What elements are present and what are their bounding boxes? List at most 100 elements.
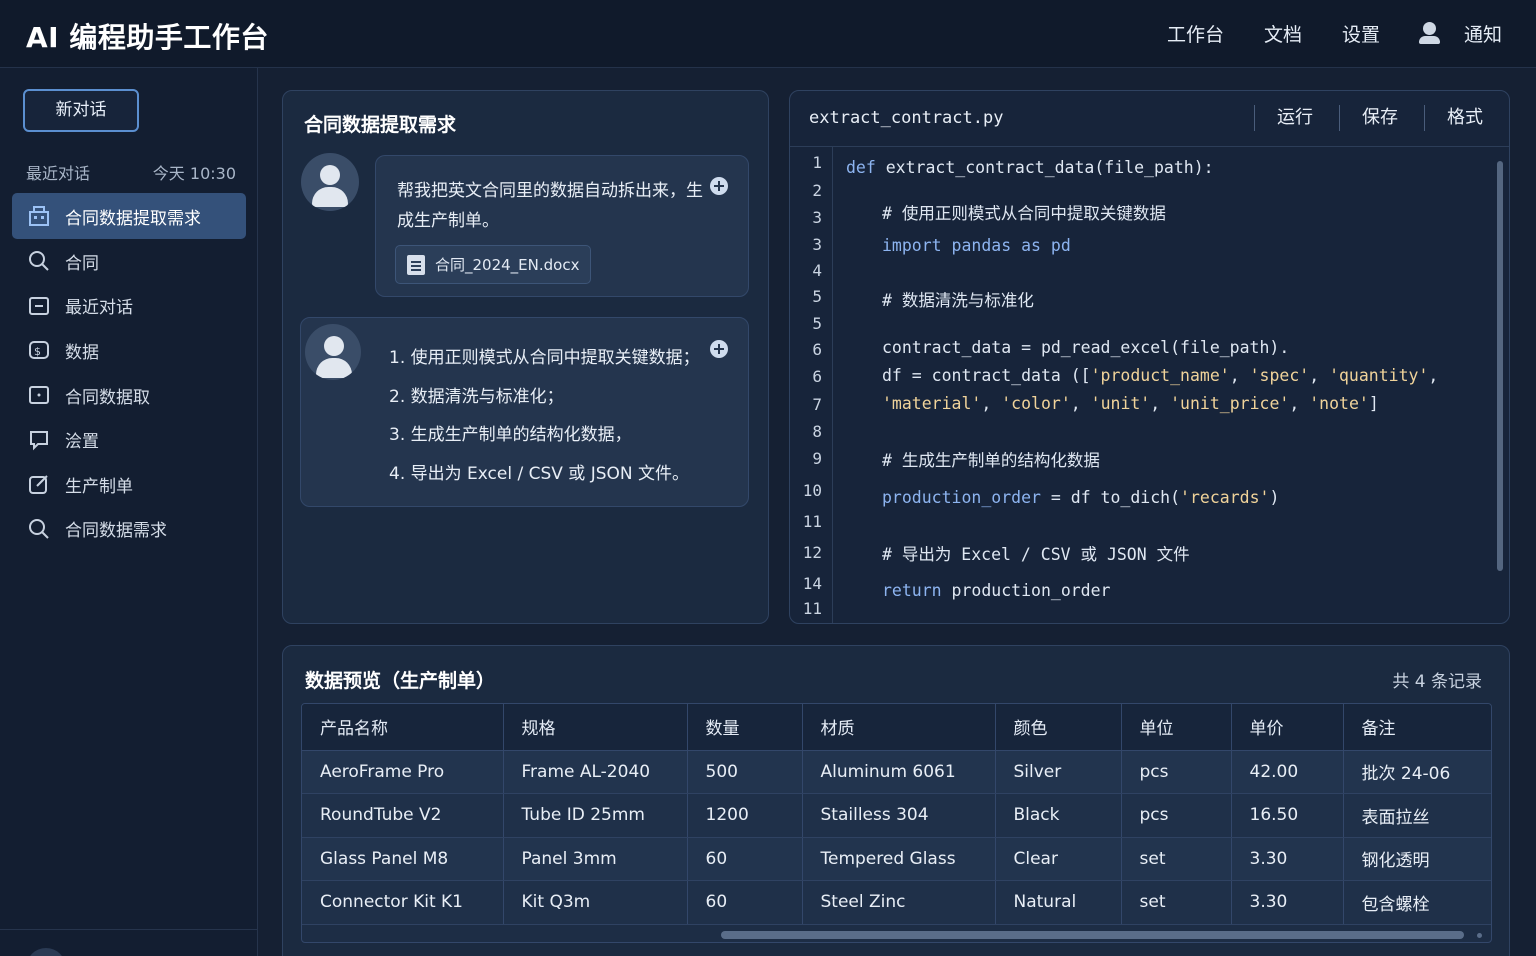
sidebar-item-contract-needs[interactable]: 合同数据需求 xyxy=(12,507,246,552)
plus-icon[interactable] xyxy=(710,340,728,358)
user-icon[interactable] xyxy=(1418,21,1440,46)
run-button[interactable]: 运行 xyxy=(1254,105,1339,131)
line-number: 6 xyxy=(812,367,822,386)
line-number: 1 xyxy=(812,153,822,172)
code-line[interactable]: # 导出为 Excel / CSV 或 JSON 文件 xyxy=(882,541,1190,565)
scrollbar-end-dot xyxy=(1477,933,1482,938)
table-row[interactable]: Glass Panel M8 Panel 3mm 60 Tempered Gla… xyxy=(302,837,1491,881)
step-item: 1. 使用正则模式从合同中提取关键数据； xyxy=(389,348,700,368)
line-number: 2 xyxy=(812,181,822,200)
column-header[interactable]: 规格 xyxy=(503,704,688,751)
assistant-steps: 1. 使用正则模式从合同中提取关键数据； 2. 数据清洗与标准化； 3. 生成生… xyxy=(389,339,700,494)
building-icon xyxy=(28,205,50,227)
editor-filename[interactable]: extract_contract.py xyxy=(809,108,1003,128)
sidebar: 新对话 最近对话 今天 10:30 合同数据提取需求 合同 最近对话 $ 数据 … xyxy=(0,68,258,956)
table-cell: Clear xyxy=(995,837,1122,881)
nav-settings[interactable]: 设置 xyxy=(1342,20,1380,47)
sidebar-item-production[interactable]: 生产制单 xyxy=(12,462,246,507)
code-line[interactable]: # 生成生产制单的结构化数据 xyxy=(882,447,1100,471)
code-line[interactable]: def extract_contract_data(file_path): xyxy=(846,158,1214,177)
table-title: 数据预览（生产制单） xyxy=(305,670,496,692)
column-header[interactable]: 材质 xyxy=(802,704,996,751)
square-dot-icon xyxy=(28,384,50,406)
sidebar-item-contract-extraction[interactable]: 合同数据提取需求 xyxy=(12,193,246,239)
table-cell: Aluminum 6061 xyxy=(802,750,996,794)
table-cell: 3.30 xyxy=(1231,837,1344,881)
table-cell: Glass Panel M8 xyxy=(302,837,504,881)
table-row[interactable]: AeroFrame Pro Frame AL-2040 500 Aluminum… xyxy=(302,750,1491,794)
table-cell: 批次 24-06 xyxy=(1343,750,1491,794)
line-number: 9 xyxy=(812,449,822,468)
top-bar: AI 编程助手工作台 工作台 文档 设置 通知 xyxy=(0,0,1536,68)
recent-header: 最近对话 今天 10:30 xyxy=(26,160,236,184)
attachment-chip[interactable]: 合同_2024_EN.docx xyxy=(395,245,592,284)
table-cell: Steel Zinc xyxy=(802,880,996,925)
user-avatar xyxy=(301,153,359,211)
search-icon xyxy=(28,250,50,272)
table-cell: RoundTube V2 xyxy=(302,793,504,838)
avatar[interactable] xyxy=(26,948,66,956)
table-row[interactable]: Connector Kit K1 Kit Q3m 60 Steel Zinc N… xyxy=(302,880,1491,925)
table-cell: 表面拉丝 xyxy=(1343,793,1491,838)
code-line[interactable]: # 使用正则模式从合同中提取关键数据 xyxy=(882,200,1166,224)
code-line[interactable]: df = contract_data (['product_name', 'sp… xyxy=(882,366,1438,385)
nav-workbench[interactable]: 工作台 xyxy=(1167,20,1224,47)
top-nav: 工作台 文档 设置 通知 xyxy=(1127,20,1502,47)
table-cell: 60 xyxy=(687,837,803,881)
document-icon xyxy=(407,254,425,275)
column-header[interactable]: 颜色 xyxy=(995,704,1122,751)
code-line[interactable]: contract_data = pd_read_excel(file_path)… xyxy=(882,338,1289,357)
editor-actions: 运行 保存 格式 xyxy=(1254,105,1509,131)
column-header[interactable]: 数量 xyxy=(687,704,803,751)
format-button[interactable]: 格式 xyxy=(1424,105,1509,131)
chat-title: 合同数据提取需求 xyxy=(304,114,457,136)
code-line[interactable]: return production_order xyxy=(882,581,1111,600)
record-count: 共 4 条记录 xyxy=(1392,672,1482,692)
column-header[interactable]: 单价 xyxy=(1231,704,1344,751)
sidebar-item-contract-fetch[interactable]: 合同数据取 xyxy=(12,373,246,418)
new-chat-button[interactable]: 新对话 xyxy=(23,89,139,132)
table-cell: set xyxy=(1121,880,1232,925)
recent-time: 今天 10:30 xyxy=(152,164,236,183)
line-number: 11 xyxy=(802,599,822,618)
search-icon xyxy=(28,518,50,540)
sidebar-item-label: 合同数据需求 xyxy=(65,521,167,542)
table-cell: AeroFrame Pro xyxy=(302,750,504,794)
column-header[interactable]: 产品名称 xyxy=(302,704,504,751)
code-line[interactable]: import pandas as pd xyxy=(882,236,1071,255)
sidebar-item-data[interactable]: $ 数据 xyxy=(12,328,246,373)
line-number: 5 xyxy=(812,287,822,306)
code-line[interactable]: # 数据清洗与标准化 xyxy=(882,287,1034,311)
sidebar-item-contract[interactable]: 合同 xyxy=(12,239,246,284)
minus-square-icon xyxy=(28,295,50,317)
table-cell: Silver xyxy=(995,750,1122,794)
table-scrollbar[interactable] xyxy=(721,931,1464,939)
column-header[interactable]: 单位 xyxy=(1121,704,1232,751)
column-header[interactable]: 备注 xyxy=(1343,704,1491,751)
editor-scrollbar[interactable] xyxy=(1497,161,1503,571)
sidebar-divider xyxy=(0,929,258,930)
sidebar-item-label: 生产制单 xyxy=(65,476,133,497)
nav-docs[interactable]: 文档 xyxy=(1264,20,1302,47)
table-row[interactable]: RoundTube V2 Tube ID 25mm 1200 Stailless… xyxy=(302,793,1491,838)
step-item: 4. 导出为 Excel / CSV 或 JSON 文件。 xyxy=(389,464,689,485)
line-number: 3 xyxy=(812,208,822,227)
code-editor-panel: extract_contract.py 运行 保存 格式 1 2 3 3 4 5… xyxy=(789,90,1510,624)
line-number-gutter: 1 2 3 3 4 5 5 6 6 7 8 9 10 11 12 14 11 xyxy=(790,147,833,623)
table-cell: 42.00 xyxy=(1231,750,1344,794)
table-cell: 60 xyxy=(687,880,803,925)
code-line[interactable]: 'material', 'color', 'unit', 'unit_price… xyxy=(882,394,1379,413)
sidebar-list: 合同数据提取需求 合同 最近对话 $ 数据 合同数据取 浍置 生产制单 合同数据… xyxy=(12,193,246,551)
code-line[interactable]: production_order = df to_dich('recards') xyxy=(882,488,1279,507)
sidebar-item-settings[interactable]: 浍置 xyxy=(12,417,246,462)
nav-notifications[interactable]: 通知 xyxy=(1464,20,1502,47)
sidebar-item-recent[interactable]: 最近对话 xyxy=(12,284,246,329)
assistant-message-bubble: 1. 使用正则模式从合同中提取关键数据； 2. 数据清洗与标准化； 3. 生成生… xyxy=(300,317,749,507)
user-message-text: 帮我把英文合同里的数据自动拆出来，生成生产制单。 xyxy=(397,181,703,231)
plus-icon[interactable] xyxy=(710,177,728,195)
save-button[interactable]: 保存 xyxy=(1339,105,1424,131)
sidebar-item-label: 合同数据提取需求 xyxy=(65,208,201,229)
line-number: 10 xyxy=(802,481,822,500)
line-number: 11 xyxy=(802,512,822,531)
table-cell: set xyxy=(1121,837,1232,881)
